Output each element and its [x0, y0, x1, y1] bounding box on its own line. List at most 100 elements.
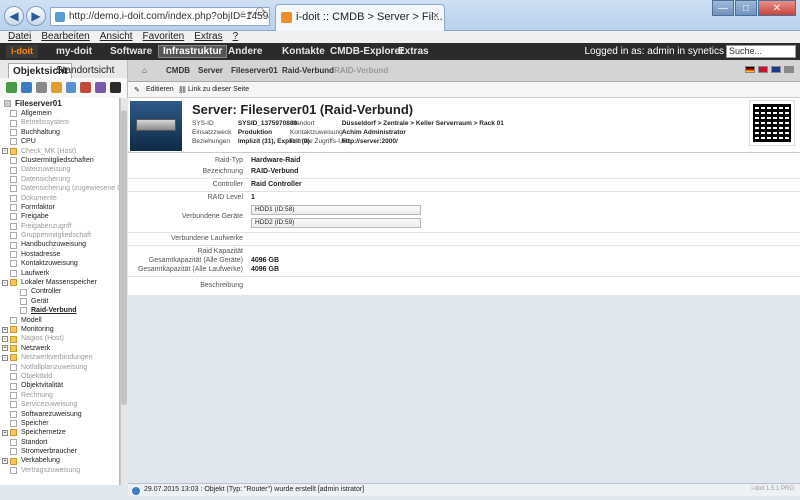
tree-item[interactable]: Controller: [0, 287, 119, 296]
tree-item[interactable]: Servicezuweisung: [0, 400, 119, 409]
crumb-server[interactable]: Server: [198, 66, 223, 75]
expand-plus-icon[interactable]: +: [2, 336, 8, 343]
nav-infrastruktur[interactable]: Infrastruktur: [158, 45, 228, 58]
qr-code[interactable]: [749, 100, 795, 146]
tab-standortsicht[interactable]: Standortsicht: [52, 63, 118, 78]
crumb-raid[interactable]: Raid-Verbund: [282, 66, 334, 75]
flag-us-icon[interactable]: [758, 66, 768, 73]
tree-item[interactable]: − Lokaler Massenspeicher: [0, 278, 119, 287]
browser-tab[interactable]: i-doit :: CMDB > Server > Fil... ×: [275, 4, 445, 31]
tree-item[interactable]: Speicher: [0, 419, 119, 428]
filter-icon[interactable]: [80, 82, 92, 93]
folder-icon[interactable]: [50, 82, 62, 93]
list-icon[interactable]: [65, 82, 77, 93]
tree-item[interactable]: Kontaktzuweisung: [0, 259, 119, 268]
tree-item[interactable]: Modell: [0, 316, 119, 325]
link-button[interactable]: Link zu dieser Seite: [188, 86, 249, 93]
home-icon[interactable]: ⌂: [142, 66, 147, 75]
more-icon[interactable]: [110, 82, 121, 93]
nav-andere[interactable]: Andere: [228, 46, 262, 57]
expand-plus-icon[interactable]: +: [2, 326, 8, 333]
field-value[interactable]: Achim Administrator: [342, 129, 406, 136]
tree-item[interactable]: + Netzwerkverbindungen: [0, 353, 119, 362]
tree-item[interactable]: Freigabe: [0, 212, 119, 221]
print-icon[interactable]: [784, 66, 794, 73]
tree-item[interactable]: Raid-Verbund: [0, 306, 119, 315]
tree-item[interactable]: + Verkabelung: [0, 456, 119, 465]
settings-icon[interactable]: [95, 82, 107, 93]
idoit-logo[interactable]: i-doit: [6, 45, 38, 58]
expand-plus-icon[interactable]: +: [2, 345, 8, 352]
tree-item[interactable]: + Nagios (Host): [0, 334, 119, 343]
tree-item[interactable]: + Check_MK (Host): [0, 147, 119, 156]
tree-icon[interactable]: [6, 82, 17, 93]
menu-help[interactable]: ?: [233, 31, 239, 43]
search-refresh-icons[interactable]: ⌕ ▾ ⟳: [240, 8, 266, 19]
close-window-icon[interactable]: ✕: [758, 0, 796, 16]
tree-item[interactable]: Betriebssystem: [0, 118, 119, 127]
tree-item[interactable]: Standort: [0, 438, 119, 447]
maximize-icon[interactable]: □: [735, 0, 757, 16]
tree-item[interactable]: Buchhaltung: [0, 128, 119, 137]
field-value[interactable]: http://server:2000/: [342, 138, 398, 145]
tree-item[interactable]: Objektbild: [0, 372, 119, 381]
tree-item[interactable]: Rechnung: [0, 391, 119, 400]
device-hdd2[interactable]: HDD2 (ID:59): [251, 218, 421, 228]
tree-item[interactable]: Freigabenzugriff: [0, 222, 119, 231]
tree-item[interactable]: CPU: [0, 137, 119, 146]
expand-plus-icon[interactable]: +: [2, 354, 8, 361]
tree-root[interactable]: Fileserver01: [0, 98, 119, 109]
expand-plus-icon[interactable]: +: [2, 429, 8, 436]
minimize-icon[interactable]: —: [712, 0, 734, 16]
nav-kontakte[interactable]: Kontakte: [282, 46, 325, 57]
tree-item[interactable]: Laufwerk: [0, 269, 119, 278]
tree-item[interactable]: Datensicherung (zugewiesene Obj: [0, 184, 119, 193]
crumb-fileserver[interactable]: Fileserver01: [231, 66, 278, 75]
device-hdd1[interactable]: HDD1 (ID:58): [251, 205, 421, 215]
tree-item[interactable]: Clustermitgliedschaften: [0, 156, 119, 165]
tree-item[interactable]: Dateizuweisung: [0, 165, 119, 174]
forward-icon[interactable]: ▶: [26, 6, 46, 26]
collapse-icon[interactable]: [35, 82, 47, 93]
nav-extras[interactable]: Extras: [398, 46, 429, 57]
flag-de-icon[interactable]: [745, 66, 755, 73]
collapse-minus-icon[interactable]: −: [2, 279, 8, 286]
tree-item[interactable]: Handbuchzuweisung: [0, 240, 119, 249]
expand-icon[interactable]: [20, 82, 32, 93]
tree-item[interactable]: Datensicherung: [0, 175, 119, 184]
tree-item[interactable]: Hostadresse: [0, 250, 119, 259]
menu-datei[interactable]: Datei: [8, 31, 31, 43]
tree-item[interactable]: Formfaktor: [0, 203, 119, 212]
menu-ansicht[interactable]: Ansicht: [100, 31, 133, 43]
flag-gb-icon[interactable]: [771, 66, 781, 73]
tree-item[interactable]: Objektvitalität: [0, 381, 119, 390]
tree-item[interactable]: Allgemein: [0, 109, 119, 118]
back-icon[interactable]: ◀: [4, 6, 24, 26]
tree-item[interactable]: + Monitoring: [0, 325, 119, 334]
tree-item[interactable]: Dokumente: [0, 194, 119, 203]
tab-close-icon[interactable]: ×: [433, 10, 439, 22]
menu-favoriten[interactable]: Favoriten: [143, 31, 185, 43]
search-input[interactable]: Suche...: [726, 45, 796, 58]
scroll-thumb[interactable]: [121, 110, 127, 405]
crumb-cmdb[interactable]: CMDB: [166, 66, 190, 75]
nav-my-doit[interactable]: my-doit: [56, 46, 92, 57]
tree-item[interactable]: Gerät: [0, 297, 119, 306]
expand-plus-icon[interactable]: +: [2, 148, 8, 155]
nav-cmdb-explorer[interactable]: CMDB-Explorer: [330, 46, 404, 57]
tree-item[interactable]: + Speichernetze: [0, 428, 119, 437]
menu-extras[interactable]: Extras: [194, 31, 222, 43]
tree-item[interactable]: Gruppenmitgliedschaft: [0, 231, 119, 240]
field-value[interactable]: Düsseldorf > Zentrale > Keller Serverrau…: [342, 120, 504, 127]
edit-button[interactable]: Editieren: [146, 86, 174, 93]
menu-bearbeiten[interactable]: Bearbeiten: [41, 31, 89, 43]
nav-software[interactable]: Software: [110, 46, 152, 57]
tree-item[interactable]: Stromverbraucher: [0, 447, 119, 456]
tree-item[interactable]: Softwarezuweisung: [0, 410, 119, 419]
tree-item[interactable]: Vertragszuweisung: [0, 466, 119, 475]
expand-plus-icon[interactable]: +: [2, 458, 8, 465]
tree-item[interactable]: + Netzwerk: [0, 344, 119, 353]
address-bar[interactable]: http://demo.i-doit.com/index.php?objID=1…: [50, 7, 270, 26]
link-icon[interactable]: ⛓: [178, 86, 187, 94]
tree-item[interactable]: Notfallplanzuweisung: [0, 363, 119, 372]
